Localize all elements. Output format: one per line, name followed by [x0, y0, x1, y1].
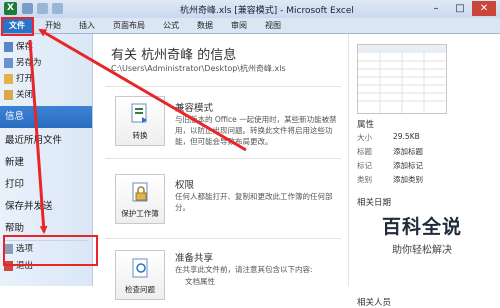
- arrow-to-file-tab: [38, 28, 247, 152]
- annotation-arrows: [28, 28, 247, 234]
- arrow-down-to-options: [28, 39, 48, 234]
- related-people-header: 相关人员: [357, 298, 392, 308]
